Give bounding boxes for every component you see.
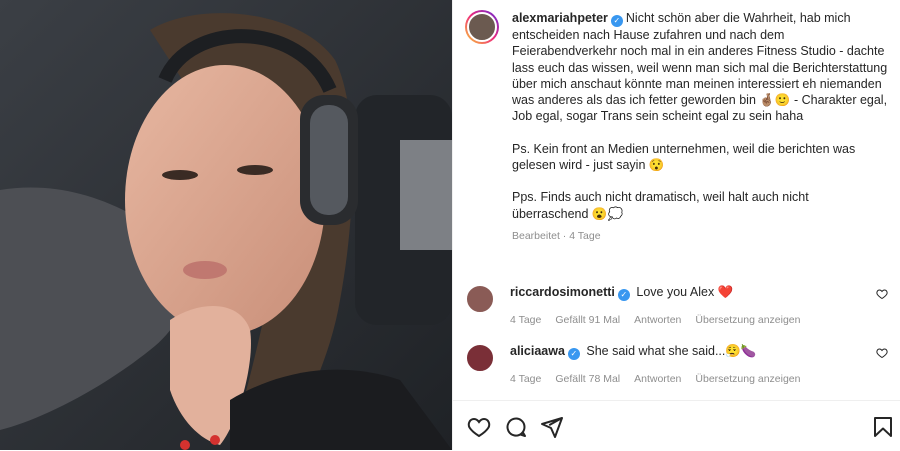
caption-paragraph-3: Pps. Finds auch nicht dramatisch, weil h… <box>512 190 813 221</box>
reply-button[interactable]: Antworten <box>634 371 681 387</box>
reply-button[interactable]: Antworten <box>634 312 681 328</box>
commenter-avatar[interactable] <box>465 284 495 314</box>
author-avatar[interactable] <box>465 10 499 44</box>
verified-badge-icon: ✓ <box>567 348 580 360</box>
commenter-avatar[interactable] <box>465 343 495 373</box>
send-icon[interactable] <box>540 415 564 439</box>
author-username[interactable]: alexmariahpeter <box>512 11 608 25</box>
post-caption: alexmariahpeter ✓ Nicht schön aber die Wah… <box>465 10 888 244</box>
comment-text: Love you Alex ❤️ <box>636 285 734 299</box>
action-bar <box>453 400 900 451</box>
comment-like-heart-icon[interactable] <box>876 288 888 300</box>
caption-paragraph-2: Ps. Kein front an Medien unternehmen, we… <box>512 141 859 173</box>
comment-like-heart-icon[interactable] <box>876 347 888 359</box>
comment-item: aliciaawa ✓ She said what she said...😮‍💨🍆… <box>465 343 888 387</box>
caption-paragraph-1: alexmariahpeter ✓ Nicht schön aber die Wah… <box>512 11 891 124</box>
comment-icon[interactable] <box>504 415 528 439</box>
caption-meta: Bearbeitet · 4 Tage <box>512 229 601 242</box>
instagram-post: alexmariahpeter ✓ Nicht schön aber die Wah… <box>0 0 900 450</box>
comment-likes[interactable]: Gefällt 91 Mal <box>555 312 620 328</box>
selfie-photo <box>0 0 452 450</box>
edited-label: Bearbeitet <box>512 229 560 242</box>
commenter-username[interactable]: aliciaawa <box>510 344 565 358</box>
heart-icon[interactable] <box>467 415 491 439</box>
post-image[interactable] <box>0 0 452 450</box>
comment-time[interactable]: 4 Tage <box>510 312 541 328</box>
post-details-panel: alexmariahpeter ✓ Nicht schön aber die Wah… <box>452 0 900 450</box>
verified-badge-icon: ✓ <box>617 289 630 301</box>
comment-item: riccardosimonetti ✓ Love you Alex ❤️ 4 Ta… <box>465 284 888 328</box>
translate-button[interactable]: Übersetzung anzeigen <box>695 312 800 328</box>
comment-time[interactable]: 4 Tage <box>510 371 541 387</box>
verified-badge-icon: ✓ <box>610 15 623 27</box>
translate-button[interactable]: Übersetzung anzeigen <box>695 371 800 387</box>
comment-likes[interactable]: Gefällt 78 Mal <box>555 371 620 387</box>
caption-time[interactable]: 4 Tage <box>569 230 600 242</box>
bookmark-icon[interactable] <box>871 415 895 439</box>
comment-text: She said what she said...😮‍💨🍆 <box>586 344 757 358</box>
commenter-username[interactable]: riccardosimonetti <box>510 285 615 299</box>
